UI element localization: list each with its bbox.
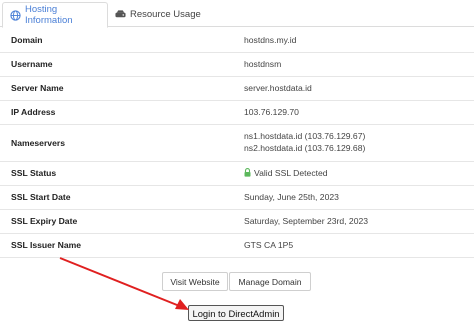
table-row: Domain hostdns.my.id [0, 28, 474, 53]
row-label: Server Name [0, 76, 232, 101]
table-row: SSL Start Date Sunday, June 25th, 2023 [0, 185, 474, 210]
nameserver-1: ns1.hostdata.id (103.76.129.67) [244, 131, 366, 141]
row-label: SSL Expiry Date [0, 209, 232, 234]
row-label: SSL Issuer Name [0, 233, 232, 258]
nameservers-value: ns1.hostdata.id (103.76.129.67) ns2.host… [232, 124, 474, 162]
nameserver-2: ns2.hostdata.id (103.76.129.68) [244, 142, 366, 153]
manage-domain-button[interactable]: Manage Domain [229, 272, 311, 291]
visit-website-button[interactable]: Visit Website [162, 272, 228, 291]
row-value: Sunday, June 25th, 2023 [232, 185, 474, 210]
row-label: SSL Status [0, 161, 232, 186]
login-directadmin-button[interactable]: Login to DirectAdmin [188, 305, 284, 321]
hdd-icon [115, 9, 126, 20]
row-value: hostdns.my.id [232, 28, 474, 53]
row-value: hostdnsm [232, 52, 474, 77]
tab-hosting-information[interactable]: Hosting Information [2, 2, 108, 28]
table-row: SSL Expiry Date Saturday, September 23rd… [0, 209, 474, 234]
table-row: Nameservers ns1.hostdata.id (103.76.129.… [0, 124, 474, 162]
ssl-status-value: Valid SSL Detected [232, 161, 474, 186]
table-row: SSL Issuer Name GTS CA 1P5 [0, 233, 474, 258]
table-row: SSL Status Valid SSL Detected [0, 161, 474, 186]
hosting-info-table: Domain hostdns.my.id Username hostdnsm S… [0, 28, 474, 258]
tab-label: Resource Usage [130, 9, 201, 20]
row-label: Username [0, 52, 232, 77]
tab-label: Hosting Information [25, 4, 73, 26]
row-label: Domain [0, 28, 232, 53]
globe-icon [10, 9, 21, 21]
table-row: Server Name server.hostdata.id [0, 76, 474, 101]
row-value: Saturday, September 23rd, 2023 [232, 209, 474, 234]
row-value: server.hostdata.id [232, 76, 474, 101]
tab-bar: Hosting Information Resource Usage [0, 0, 474, 28]
row-label: SSL Start Date [0, 185, 232, 210]
table-row: Username hostdnsm [0, 52, 474, 77]
row-label: IP Address [0, 100, 232, 125]
ssl-status-text: Valid SSL Detected [254, 167, 328, 178]
row-label: Nameservers [0, 124, 232, 162]
table-row: IP Address 103.76.129.70 [0, 100, 474, 125]
lock-icon [244, 167, 251, 179]
row-value: GTS CA 1P5 [232, 233, 474, 258]
tab-resource-usage[interactable]: Resource Usage [108, 2, 209, 27]
row-value: 103.76.129.70 [232, 100, 474, 125]
